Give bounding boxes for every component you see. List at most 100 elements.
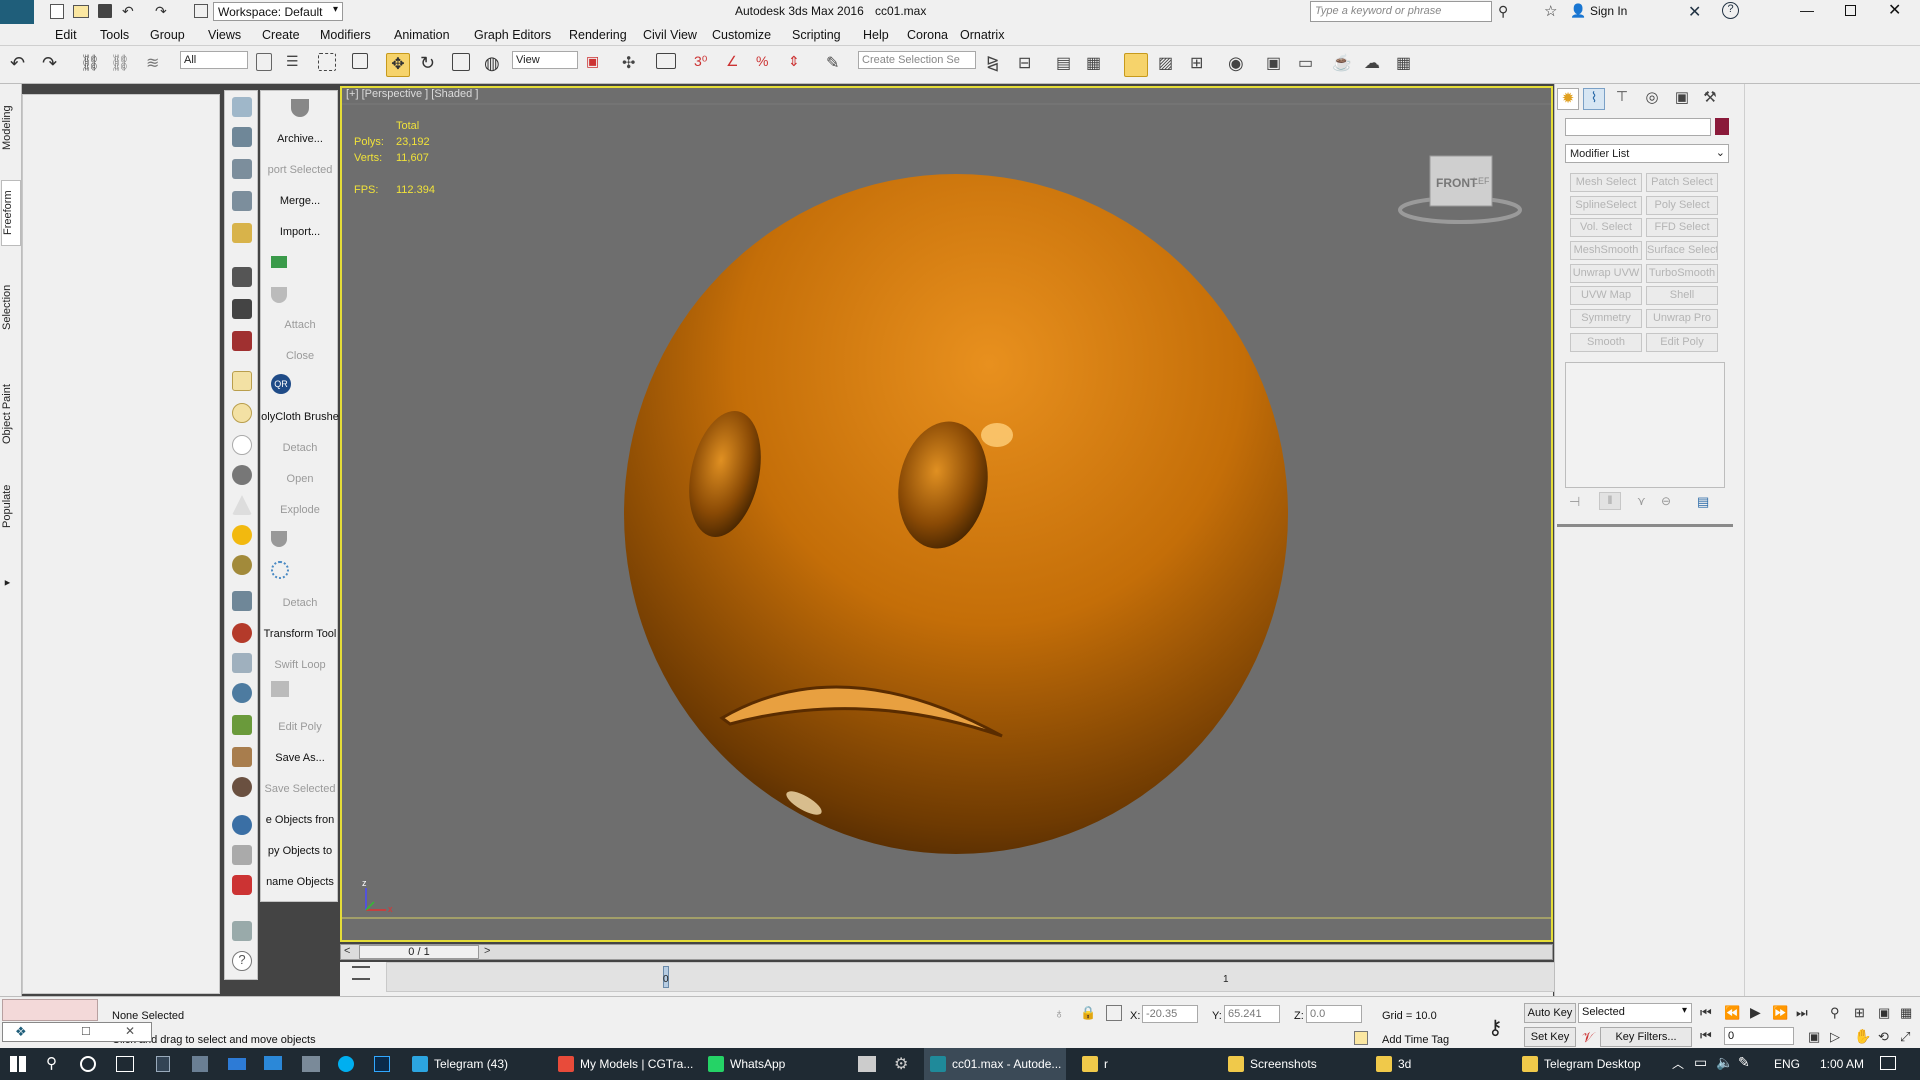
time-tag-icon[interactable] bbox=[1354, 1031, 1368, 1045]
modifier-patch-select-button[interactable]: Patch Select bbox=[1646, 173, 1718, 192]
taskbar-screenshots[interactable]: Screenshots bbox=[1222, 1048, 1366, 1080]
ribbon-expand-icon[interactable]: ◂ bbox=[1, 574, 21, 594]
user-icon[interactable]: 👤 bbox=[1570, 3, 1586, 19]
corona-vfb-icon[interactable]: ▦ bbox=[1396, 53, 1420, 77]
notifications-icon[interactable] bbox=[1880, 1056, 1896, 1070]
snaps-toggle-icon[interactable]: 3⁰ bbox=[694, 53, 718, 77]
modifier-vol-select-button[interactable]: Vol. Select bbox=[1570, 218, 1642, 237]
render-setup-icon[interactable]: ▣ bbox=[1266, 53, 1290, 77]
field-of-view-icon[interactable]: ▷ bbox=[1830, 1029, 1840, 1045]
taskbar-3dsmax[interactable]: cc01.max - Autode... bbox=[924, 1048, 1066, 1080]
cortana-icon[interactable] bbox=[80, 1056, 96, 1072]
edit-poly-button[interactable]: Edit Poly bbox=[261, 721, 339, 733]
menu-create[interactable]: Create bbox=[262, 28, 300, 42]
chip-restore-icon[interactable]: ☐ bbox=[81, 1025, 91, 1038]
qr-icon[interactable]: QR bbox=[271, 374, 291, 394]
configure-modifier-sets-icon[interactable]: ▤ bbox=[1697, 494, 1709, 510]
pen-icon[interactable]: ✎ bbox=[1738, 1054, 1750, 1071]
rename-objects-button[interactable]: name Objects bbox=[261, 876, 339, 888]
restore-icon[interactable] bbox=[1845, 5, 1856, 16]
menu-rendering[interactable]: Rendering bbox=[569, 28, 627, 42]
merge-button[interactable]: Merge... bbox=[261, 195, 339, 207]
render-production-icon[interactable]: ☕ bbox=[1332, 53, 1356, 77]
render-iterative-icon[interactable]: ☁ bbox=[1364, 53, 1388, 77]
taskbar-whatsapp[interactable]: WhatsApp bbox=[702, 1048, 785, 1080]
redo-scene-icon[interactable]: ↷ bbox=[42, 53, 66, 77]
chip-close-icon[interactable]: ✕ bbox=[125, 1024, 135, 1038]
tab-modify-icon[interactable]: ⌇ bbox=[1583, 88, 1605, 110]
green-screen-icon[interactable] bbox=[271, 256, 287, 268]
zoom-all-icon[interactable]: ⊞ bbox=[1854, 1005, 1865, 1021]
manipulate-icon[interactable]: ✣ bbox=[622, 53, 646, 77]
go-to-end-icon[interactable]: ⏭ bbox=[1796, 1005, 1808, 1021]
rename-icon[interactable] bbox=[232, 875, 252, 895]
curve-editor-icon[interactable]: ▨ bbox=[1158, 53, 1182, 77]
new-file-icon[interactable] bbox=[50, 4, 64, 19]
export-selected-button[interactable]: port Selected bbox=[261, 164, 339, 176]
taskbar-telegram[interactable]: Telegram (43) bbox=[406, 1048, 508, 1080]
viewport-label-menu[interactable]: [+] [Perspective ] [Shaded ] bbox=[346, 88, 478, 100]
grid-plane-icon[interactable] bbox=[232, 591, 252, 611]
transform-tool-button[interactable]: Transform Tool bbox=[261, 628, 339, 640]
time-configuration-icon[interactable]: ▣ bbox=[1808, 1029, 1820, 1045]
key-mode-toggle-icon[interactable]: ⏮ bbox=[1700, 1028, 1712, 1044]
modifier-uvw-map-button[interactable]: UVW Map bbox=[1570, 286, 1642, 305]
mail-icon[interactable] bbox=[228, 1058, 246, 1070]
y-coordinate-field[interactable]: 65.241 bbox=[1224, 1005, 1280, 1023]
tab-hierarchy-icon[interactable]: ⊤ bbox=[1611, 88, 1633, 110]
modifier-ffd-select-button[interactable]: FFD Select bbox=[1646, 218, 1718, 237]
minimized-window-chip[interactable]: ❖ ☐ ✕ bbox=[2, 1022, 152, 1042]
close-icon[interactable]: ✕ bbox=[1888, 0, 1901, 20]
network-icon[interactable]: ▭ bbox=[1694, 1054, 1707, 1071]
grid-view-icon[interactable] bbox=[232, 191, 252, 211]
light-bulb-icon[interactable] bbox=[232, 223, 252, 243]
keyboard-shortcut-icon[interactable] bbox=[656, 53, 676, 69]
project-folder-icon[interactable] bbox=[194, 4, 208, 18]
tab-display-icon[interactable]: ▣ bbox=[1671, 88, 1693, 110]
cone-icon[interactable] bbox=[232, 495, 252, 515]
sun-icon[interactable] bbox=[232, 525, 252, 545]
camera-rig-icon[interactable] bbox=[232, 267, 252, 287]
tab-utilities-icon[interactable]: ⚒ bbox=[1699, 88, 1721, 110]
scene-explorer-panel[interactable] bbox=[22, 94, 220, 994]
sound-icon[interactable] bbox=[232, 299, 252, 319]
open-file-icon[interactable] bbox=[73, 5, 89, 18]
menu-ornatrix[interactable]: Ornatrix bbox=[960, 28, 1004, 42]
attach-button[interactable]: Attach bbox=[261, 319, 339, 331]
auto-key-button[interactable]: Auto Key bbox=[1524, 1003, 1576, 1023]
layer-manager-icon[interactable]: ▦ bbox=[1086, 53, 1110, 77]
menu-views[interactable]: Views bbox=[208, 28, 241, 42]
undo-icon[interactable]: ↶ bbox=[122, 3, 134, 20]
maxscript-listener-field[interactable] bbox=[2, 999, 98, 1021]
texture-icon[interactable] bbox=[232, 777, 252, 797]
tray-chevron-icon[interactable]: ︿ bbox=[1672, 1055, 1684, 1072]
x-coordinate-field[interactable]: -20.35 bbox=[1142, 1005, 1198, 1023]
select-object-icon[interactable] bbox=[256, 53, 272, 71]
reference-coordinate-dropdown[interactable]: View bbox=[512, 51, 578, 69]
modifier-smooth-button[interactable]: Smooth bbox=[1570, 333, 1642, 352]
windows-start-icon[interactable] bbox=[10, 1056, 26, 1072]
pan-icon[interactable]: ✋ bbox=[1854, 1028, 1871, 1045]
rotate-icon[interactable]: ↻ bbox=[420, 53, 444, 77]
menu-edit[interactable]: Edit bbox=[55, 28, 77, 42]
move-icon[interactable]: ✥ bbox=[386, 53, 410, 77]
detach-button[interactable]: Detach bbox=[261, 442, 339, 454]
search-input[interactable]: Type a keyword or phrase bbox=[1310, 1, 1492, 22]
task-view-icon[interactable] bbox=[116, 1056, 134, 1072]
menu-tools[interactable]: Tools bbox=[100, 28, 129, 42]
clock[interactable]: 1:00 AM bbox=[1820, 1057, 1864, 1071]
sphere-wire-icon[interactable] bbox=[232, 465, 252, 485]
menu-modifiers[interactable]: Modifiers bbox=[320, 28, 371, 42]
align-icon[interactable]: ⊟ bbox=[1018, 53, 1042, 77]
grass-icon[interactable] bbox=[232, 715, 252, 735]
menu-animation[interactable]: Animation bbox=[394, 28, 450, 42]
object-name-field[interactable] bbox=[1565, 118, 1711, 136]
search-icon[interactable]: ⚲ bbox=[46, 1054, 57, 1072]
save-as-button[interactable]: Save As... bbox=[261, 752, 339, 764]
modifier-mesh-select-button[interactable]: Mesh Select bbox=[1570, 173, 1642, 192]
globe-icon[interactable] bbox=[232, 683, 252, 703]
sign-in-button[interactable]: Sign In bbox=[1590, 4, 1627, 18]
save-file-icon[interactable] bbox=[98, 4, 112, 18]
undo-scene-icon[interactable]: ↶ bbox=[10, 53, 34, 77]
table-icon[interactable] bbox=[232, 159, 252, 179]
